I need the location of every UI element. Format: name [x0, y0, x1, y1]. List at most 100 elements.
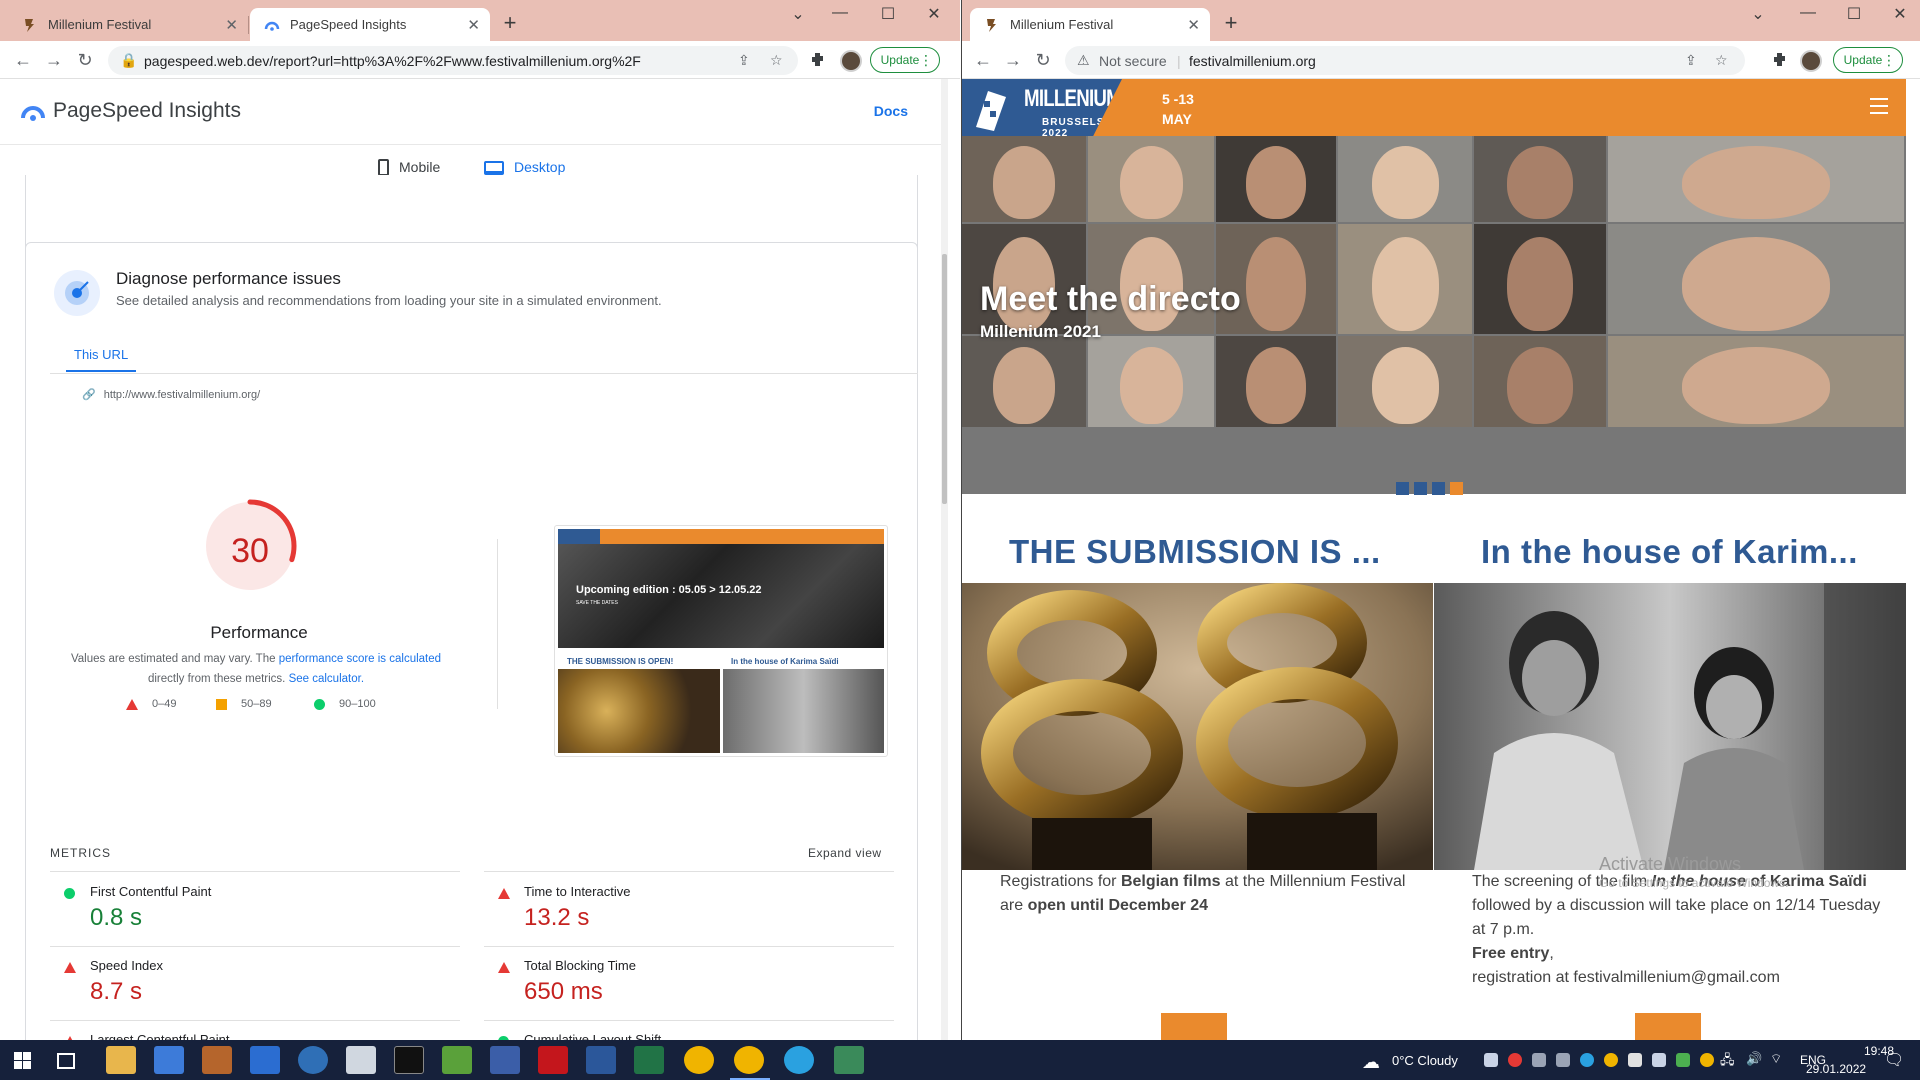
tab-millenium[interactable]: Millenium Festival ✕ [8, 8, 248, 41]
slider-dot-active[interactable] [1450, 482, 1463, 495]
tray-icon-7[interactable] [1700, 1053, 1714, 1067]
tab-desktop[interactable]: Desktop [484, 159, 565, 175]
docs-link[interactable]: Docs [874, 103, 908, 119]
maximize-icon[interactable]: ☐ [868, 4, 908, 26]
tab-mobile[interactable]: Mobile [378, 159, 440, 176]
clock-date[interactable]: 29.01.2022 [1806, 1062, 1866, 1076]
tray-icon-5[interactable] [1628, 1053, 1642, 1067]
tab-search-icon[interactable]: ⌄ [778, 4, 818, 26]
word-icon[interactable] [586, 1046, 616, 1074]
forward-icon[interactable]: → [41, 48, 67, 72]
close-window-icon[interactable]: ✕ [1880, 4, 1920, 26]
news2-read-more-button[interactable] [1635, 1013, 1701, 1040]
app-icon-6[interactable] [490, 1046, 520, 1074]
weather-text[interactable]: 0°C Cloudy [1392, 1053, 1458, 1068]
metric-value: 8.7 s [90, 978, 143, 1005]
slider-dot[interactable] [1396, 482, 1409, 495]
news1-read-more-button[interactable] [1161, 1013, 1227, 1040]
face-shape [1246, 146, 1306, 220]
app-icon-2[interactable] [202, 1046, 232, 1074]
telegram-icon[interactable] [784, 1046, 814, 1074]
excel-icon[interactable] [634, 1046, 664, 1074]
network-icon[interactable]: 🖧 [1720, 1051, 1735, 1073]
app-icon-7[interactable] [834, 1046, 864, 1074]
slider-dot[interactable] [1414, 482, 1427, 495]
close-tab-icon[interactable]: ✕ [225, 16, 238, 34]
psi-header: PageSpeed Insights Docs [0, 79, 948, 145]
task-view-icon[interactable] [57, 1053, 75, 1069]
tray-icon-3[interactable] [1532, 1053, 1546, 1067]
forward-icon[interactable]: → [1000, 48, 1026, 72]
close-tab-icon[interactable]: ✕ [467, 16, 480, 34]
tray-icon-2[interactable] [1508, 1053, 1522, 1067]
close-tab-icon[interactable]: ✕ [1187, 16, 1200, 34]
app-icon-3[interactable] [250, 1046, 280, 1074]
address-bar[interactable]: ⚠ Not secure | festivalmillenium.org ⇪ ☆ [1065, 46, 1745, 75]
news1-title[interactable]: THE SUBMISSION IS ... [1009, 533, 1381, 571]
activate-windows-sub: Go to Settings to activate Windows. [1599, 876, 1789, 890]
poor-triangle-icon [126, 698, 138, 710]
bookmark-star-icon[interactable]: ☆ [1715, 52, 1728, 69]
tray-telegram-icon[interactable] [1580, 1053, 1594, 1067]
bookmark-star-icon[interactable]: ☆ [770, 52, 783, 69]
hamburger-menu-icon[interactable] [1870, 98, 1888, 114]
page-scrollbar[interactable] [941, 79, 948, 1040]
scrollbar-thumb[interactable] [942, 254, 947, 504]
performance-score-link[interactable]: performance score is calculated [279, 653, 441, 665]
chrome-canary-icon[interactable] [684, 1046, 714, 1074]
slider-dot[interactable] [1432, 482, 1445, 495]
this-url-tab[interactable]: This URL [74, 347, 128, 362]
news1-text-a: Registrations for [1000, 873, 1121, 890]
profile-avatar[interactable] [1800, 50, 1822, 72]
back-icon[interactable]: ← [970, 48, 996, 72]
extensions-icon[interactable] [1772, 51, 1790, 69]
new-tab-icon[interactable]: + [498, 12, 522, 34]
minimize-icon[interactable]: — [1788, 4, 1828, 26]
expand-view-toggle[interactable]: Expand view [808, 846, 882, 860]
app-icon-1[interactable] [154, 1046, 184, 1074]
tray-icon-6[interactable] [1676, 1053, 1690, 1067]
festival-logo[interactable]: MILLENIUM BRUSSELS 2022 [962, 79, 1122, 136]
tray-usb-icon[interactable] [1652, 1053, 1666, 1067]
app-icon-4[interactable] [298, 1046, 328, 1074]
reload-icon[interactable]: ↻ [72, 48, 98, 72]
share-icon[interactable]: ⇪ [1685, 52, 1697, 69]
news2-title[interactable]: In the house of Karim... [1481, 533, 1858, 571]
tray-chrome-icon[interactable] [1604, 1053, 1618, 1067]
back-icon[interactable]: ← [10, 48, 36, 72]
update-button[interactable]: Update [870, 47, 940, 73]
extensions-icon[interactable] [810, 51, 828, 69]
festival-brand: MILLENIUM [1024, 85, 1122, 112]
tab-pagespeed[interactable]: PageSpeed Insights ✕ [250, 8, 490, 41]
close-window-icon[interactable]: ✕ [914, 4, 954, 26]
hero-slider[interactable]: Meet the directo Millenium 2021 [962, 136, 1906, 494]
notification-count: 2 [1891, 1053, 1897, 1063]
app-icon-5[interactable] [346, 1046, 376, 1074]
tray-icon-1[interactable] [1484, 1053, 1498, 1067]
note-mid: directly from these metrics. [147, 673, 289, 685]
minimize-icon[interactable]: — [820, 4, 860, 26]
windows-start-icon[interactable] [14, 1052, 31, 1069]
notepad-icon[interactable] [442, 1046, 472, 1074]
tray-icon-4[interactable] [1556, 1053, 1570, 1067]
file-explorer-icon[interactable] [106, 1046, 136, 1074]
wifi-icon[interactable]: ⌔ [1770, 1051, 1782, 1067]
new-tab-icon[interactable]: + [1219, 12, 1243, 34]
slider-dots [1396, 482, 1463, 495]
chrome-canary-icon-2[interactable] [734, 1046, 764, 1074]
tab-search-icon[interactable]: ⌄ [1738, 4, 1778, 26]
volume-icon[interactable]: 🔊 [1746, 1051, 1762, 1067]
mobile-icon [378, 159, 389, 176]
pdf-reader-icon[interactable] [538, 1046, 568, 1074]
address-bar[interactable]: 🔒 pagespeed.web.dev/report?url=http%3A%2… [108, 46, 798, 75]
news1-image[interactable] [962, 583, 1433, 870]
reload-icon[interactable]: ↻ [1030, 48, 1056, 72]
maximize-icon[interactable]: ☐ [1834, 4, 1874, 26]
terminal-icon[interactable] [394, 1046, 424, 1074]
tab-millenium[interactable]: Millenium Festival ✕ [970, 8, 1210, 41]
calculator-link[interactable]: See calculator. [289, 673, 364, 685]
news2-image[interactable] [1434, 583, 1906, 870]
share-icon[interactable]: ⇪ [738, 52, 750, 69]
update-button[interactable]: Update [1833, 47, 1903, 73]
profile-avatar[interactable] [840, 50, 862, 72]
